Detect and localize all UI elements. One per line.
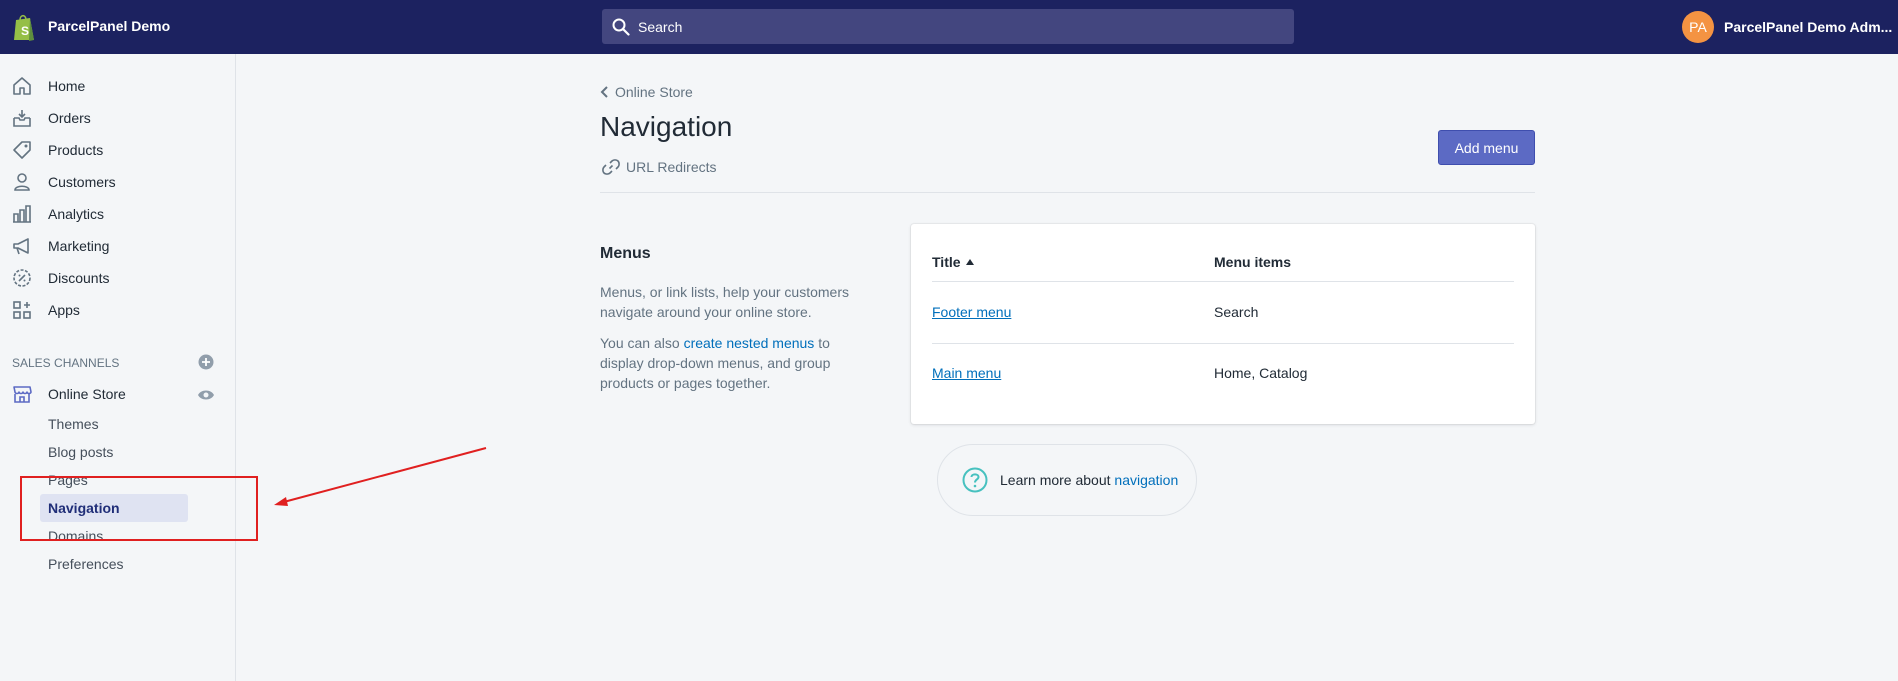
sidebar-item-label: Analytics	[48, 206, 105, 222]
user-name: ParcelPanel Demo Adm...	[1724, 19, 1893, 35]
sidebar-item-label: Apps	[48, 302, 80, 318]
add-menu-button[interactable]: Add menu	[1438, 130, 1535, 165]
desc-text: You can also	[600, 335, 684, 351]
menus-table-card: Title Menu items Footer menu Search Main…	[911, 224, 1535, 424]
column-header-title[interactable]: Title	[932, 254, 974, 270]
menus-heading: Menus	[600, 245, 651, 262]
menu-link-footer[interactable]: Footer menu	[932, 304, 1011, 320]
sidebar-sub-preferences[interactable]: Preferences	[48, 556, 123, 572]
sidebar: Home Orders Products Customers Analytics	[0, 54, 236, 681]
home-icon	[13, 77, 31, 95]
sidebar-item-label: Discounts	[48, 270, 110, 286]
add-circle-icon[interactable]	[198, 354, 214, 370]
link-icon	[602, 159, 620, 175]
sidebar-item-products[interactable]: Products	[0, 134, 236, 166]
learn-more-prefix: Learn more about	[1000, 472, 1115, 488]
sidebar-item-home[interactable]: Home	[0, 70, 236, 102]
sidebar-item-label: Online Store	[48, 386, 126, 402]
sidebar-item-analytics[interactable]: Analytics	[0, 198, 236, 230]
orders-icon	[13, 110, 31, 127]
create-nested-menus-link[interactable]: create nested menus	[684, 335, 815, 351]
learn-more-callout: Learn more about navigation	[937, 444, 1197, 516]
menu-items-cell: Search	[1214, 304, 1259, 320]
shopify-logo[interactable]: S	[12, 12, 36, 42]
breadcrumb-label: Online Store	[615, 84, 693, 100]
column-header-menu-items: Menu items	[1214, 254, 1292, 270]
sidebar-item-label: Products	[48, 142, 104, 158]
sidebar-sub-blog-posts[interactable]: Blog posts	[48, 444, 113, 460]
sidebar-item-label: Orders	[48, 110, 91, 126]
page-title: Navigation	[600, 111, 733, 142]
url-redirects-link[interactable]: URL Redirects	[602, 158, 717, 176]
url-redirects-label: URL Redirects	[626, 159, 717, 175]
sales-channels-title: SALES CHANNELS	[12, 356, 120, 370]
sidebar-item-label: Home	[48, 78, 86, 94]
menus-description: Menus, or link lists, help your customer…	[600, 284, 849, 320]
row-divider	[932, 343, 1514, 344]
header-divider	[600, 192, 1535, 193]
nested-menus-description: You can also create nested menus to disp…	[600, 333, 862, 393]
discount-icon	[13, 269, 31, 287]
annotation-highlight-box	[20, 476, 258, 541]
svg-text:S: S	[21, 24, 29, 38]
person-icon	[14, 173, 30, 191]
sidebar-item-marketing[interactable]: Marketing	[0, 230, 236, 262]
sidebar-item-customers[interactable]: Customers	[0, 166, 236, 198]
annotation-arrow-icon	[274, 447, 487, 506]
search-bar[interactable]: Search	[602, 9, 1294, 44]
sidebar-item-label: Customers	[48, 174, 116, 190]
store-icon	[13, 386, 32, 403]
column-title-label: Title	[932, 254, 961, 270]
menu-link-main[interactable]: Main menu	[932, 365, 1001, 381]
avatar: PA	[1682, 11, 1714, 43]
menu-items-cell: Home, Catalog	[1214, 365, 1308, 381]
tag-icon	[13, 141, 31, 159]
sidebar-sub-themes[interactable]: Themes	[48, 416, 99, 432]
sidebar-item-apps[interactable]: Apps	[0, 294, 236, 326]
sidebar-item-discounts[interactable]: Discounts	[0, 262, 236, 294]
user-menu[interactable]: PA ParcelPanel Demo Adm...	[1682, 11, 1894, 43]
apps-icon	[13, 301, 31, 319]
store-name[interactable]: ParcelPanel Demo	[48, 18, 170, 34]
top-bar: S ParcelPanel Demo Search PA ParcelPanel…	[0, 0, 1898, 54]
sort-ascending-icon	[965, 259, 974, 265]
eye-icon[interactable]	[197, 389, 215, 401]
search-icon	[612, 18, 630, 36]
megaphone-icon	[13, 238, 29, 255]
sidebar-item-orders[interactable]: Orders	[0, 102, 236, 134]
row-divider	[932, 281, 1514, 282]
search-placeholder: Search	[638, 18, 683, 35]
help-circle-icon	[962, 467, 988, 493]
shopify-bag-icon: S	[14, 14, 34, 41]
chevron-left-icon	[600, 86, 608, 98]
navigation-help-link[interactable]: navigation	[1114, 472, 1178, 488]
learn-more-text: Learn more about navigation	[1000, 472, 1178, 488]
breadcrumb-back[interactable]: Online Store	[600, 84, 693, 100]
bar-chart-icon	[13, 205, 31, 223]
sidebar-item-label: Marketing	[48, 238, 110, 254]
